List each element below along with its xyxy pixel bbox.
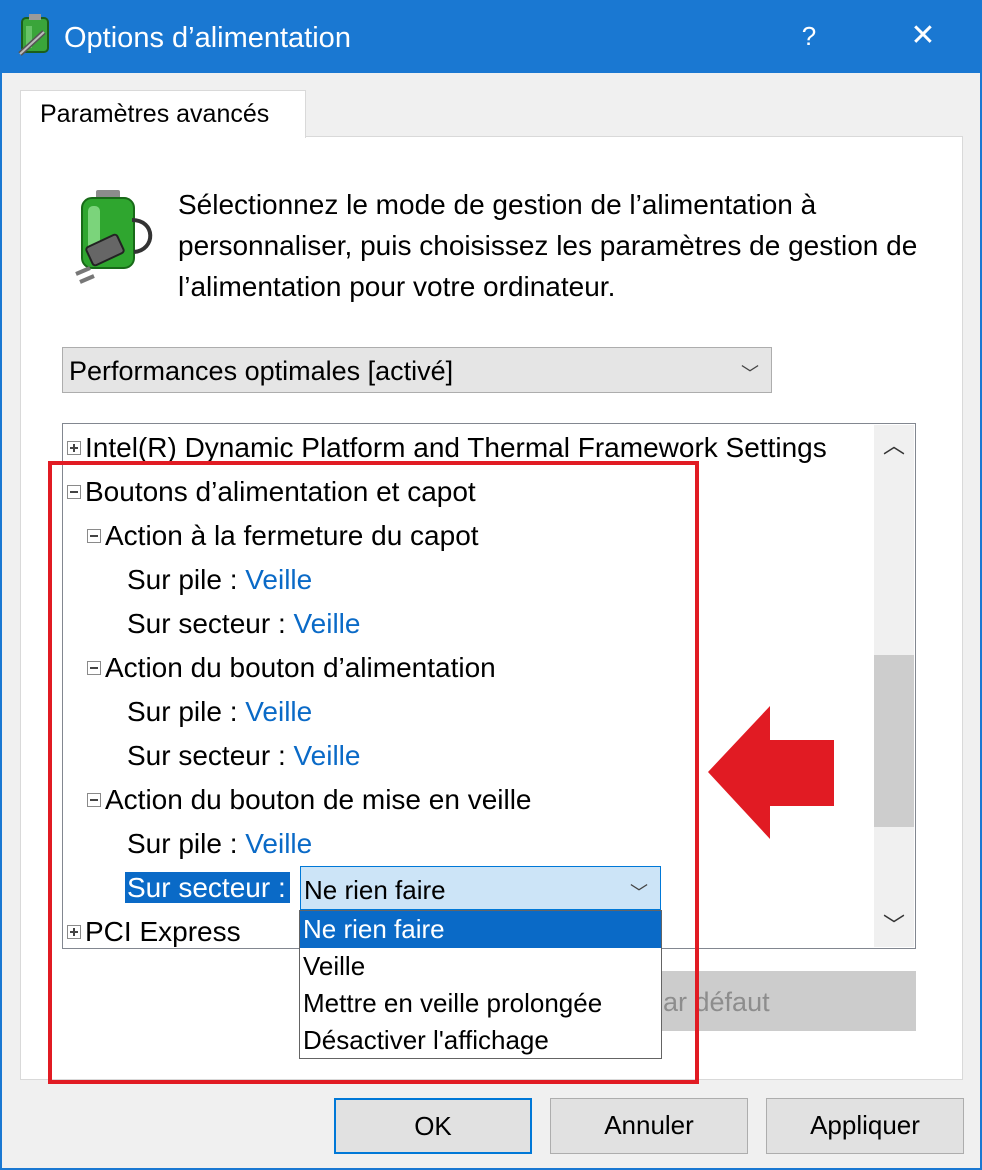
power-options-icon: [18, 14, 49, 56]
collapse-icon[interactable]: [87, 529, 101, 543]
tree-item-label: Action à la fermeture du capot: [105, 520, 479, 551]
battery-plug-icon: [75, 190, 153, 284]
power-plan-select[interactable]: Performances optimales [activé] ﹀: [62, 347, 772, 393]
setting-sleep-button-ac[interactable]: Sur secteur :: [125, 868, 290, 908]
window-title: Options d’alimentation: [64, 22, 351, 54]
setting-value[interactable]: Veille: [245, 564, 312, 595]
setting-label: Sur pile :: [127, 828, 238, 859]
expand-icon[interactable]: [67, 441, 81, 455]
setting-label: Sur secteur :: [127, 608, 286, 639]
setting-value[interactable]: Veille: [245, 828, 312, 859]
tree-item-label: Action du bouton d’alimentation: [105, 652, 496, 683]
sleep-button-ac-select[interactable]: Ne rien faire ﹀: [300, 866, 661, 910]
setting-value[interactable]: Veille: [294, 740, 361, 771]
scroll-down-arrow-icon[interactable]: ﹀: [874, 905, 914, 947]
collapse-icon[interactable]: [67, 485, 81, 499]
setting-sleep-button-battery[interactable]: Sur pile : Veille: [127, 824, 312, 864]
scroll-thumb[interactable]: [874, 655, 914, 827]
apply-button[interactable]: Appliquer: [766, 1098, 964, 1154]
tree-item-lid-action[interactable]: Action à la fermeture du capot: [87, 516, 479, 556]
setting-value[interactable]: Veille: [294, 608, 361, 639]
setting-label-selected: Sur secteur :: [125, 872, 290, 903]
red-arrow-icon: [708, 706, 834, 839]
cancel-button[interactable]: Annuler: [550, 1098, 748, 1154]
setting-lid-battery[interactable]: Sur pile : Veille: [127, 560, 312, 600]
tree-item-pci-express[interactable]: PCI Express: [67, 912, 241, 948]
tree-item-label: PCI Express: [85, 916, 241, 947]
chevron-down-icon: ﹀: [741, 364, 759, 384]
dropdown-option[interactable]: Ne rien faire: [300, 911, 661, 948]
tree-item-label: Boutons d’alimentation et capot: [85, 476, 476, 507]
close-button[interactable]: ✕: [900, 16, 946, 56]
setting-label: Sur pile :: [127, 564, 238, 595]
tree-scrollbar[interactable]: ︿ ﹀: [874, 425, 914, 947]
tree-item-power-buttons[interactable]: Boutons d’alimentation et capot: [67, 472, 476, 512]
setting-lid-ac[interactable]: Sur secteur : Veille: [127, 604, 360, 644]
dropdown-option[interactable]: Mettre en veille prolongée: [300, 985, 661, 1022]
tree-item-sleep-button-action[interactable]: Action du bouton de mise en veille: [87, 780, 532, 820]
tree-item-intel[interactable]: Intel(R) Dynamic Platform and Thermal Fr…: [67, 428, 827, 468]
setting-value[interactable]: Veille: [245, 696, 312, 727]
setting-label: Sur pile :: [127, 696, 238, 727]
description-text: Sélectionnez le mode de gestion de l’ali…: [178, 189, 918, 302]
setting-power-button-ac[interactable]: Sur secteur : Veille: [127, 736, 360, 776]
dropdown-option[interactable]: Désactiver l'affichage: [300, 1022, 661, 1059]
window-border-left: [0, 73, 2, 1170]
chevron-down-icon: ﹀: [630, 883, 648, 903]
setting-label: Sur secteur :: [127, 740, 286, 771]
tree-item-label: Intel(R) Dynamic Platform and Thermal Fr…: [85, 432, 827, 463]
setting-power-button-battery[interactable]: Sur pile : Veille: [127, 692, 312, 732]
collapse-icon[interactable]: [87, 661, 101, 675]
tree-item-power-button-action[interactable]: Action du bouton d’alimentation: [87, 648, 496, 688]
title-bar: Options d’alimentation ? ✕: [0, 0, 982, 73]
dropdown-option[interactable]: Veille: [300, 948, 661, 985]
collapse-icon[interactable]: [87, 793, 101, 807]
tree-item-label: Action du bouton de mise en veille: [105, 784, 532, 815]
dropdown-list: Ne rien faire Veille Mettre en veille pr…: [299, 910, 662, 1059]
power-plan-value: Performances optimales [activé]: [69, 356, 454, 386]
expand-icon[interactable]: [67, 925, 81, 939]
select-value: Ne rien faire: [304, 875, 446, 905]
scroll-up-arrow-icon[interactable]: ︿: [874, 425, 914, 467]
tab-advanced-settings[interactable]: Paramètres avancés: [20, 90, 306, 138]
help-button[interactable]: ?: [786, 16, 832, 56]
ok-button[interactable]: OK: [334, 1098, 532, 1154]
